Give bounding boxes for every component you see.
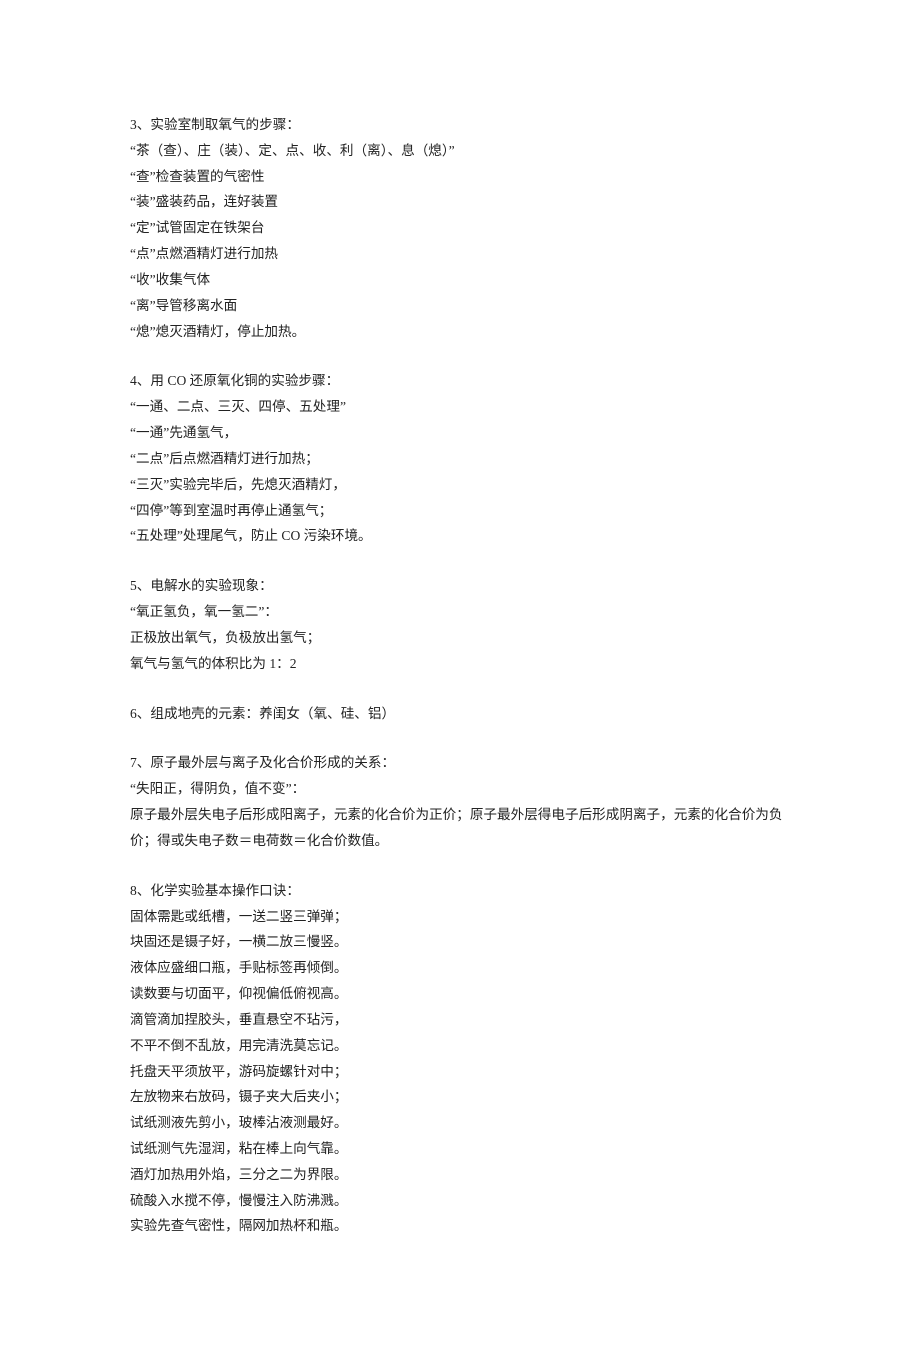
text-line: 实验先查气密性，隔网加热杯和瓶。 [130, 1213, 790, 1239]
text-line: “一通”先通氢气， [130, 420, 790, 446]
text-line: 滴管滴加捏胶头，垂直悬空不玷污， [130, 1007, 790, 1033]
text-line: “茶（查）、庄（装）、定、点、收、利（离）、息（熄）” [130, 138, 790, 164]
text-line: 试纸测气先湿润，粘在棒上向气靠。 [130, 1136, 790, 1162]
text-line: “五处理”处理尾气，防止 CO 污染环境。 [130, 523, 790, 549]
text-line: 正极放出氧气，负极放出氢气； [130, 625, 790, 651]
text-line: 8、化学实验基本操作口诀： [130, 878, 790, 904]
document-page: 3、实验室制取氧气的步骤： “茶（查）、庄（装）、定、点、收、利（离）、息（熄）… [0, 0, 920, 1363]
text-line: “点”点燃酒精灯进行加热 [130, 241, 790, 267]
text-line: 原子最外层失电子后形成阳离子，元素的化合价为正价；原子最外层得电子后形成阴离子，… [130, 802, 790, 854]
text-line: 左放物来右放码，镊子夹大后夹小； [130, 1084, 790, 1110]
text-line: 7、原子最外层与离子及化合价形成的关系： [130, 750, 790, 776]
text-line: “四停”等到室温时再停止通氢气； [130, 498, 790, 524]
text-line: “失阳正，得阴负，值不变”： [130, 776, 790, 802]
text-line: “收”收集气体 [130, 267, 790, 293]
text-line: 块固还是镊子好，一横二放三慢竖。 [130, 929, 790, 955]
text-line: 5、电解水的实验现象： [130, 573, 790, 599]
text-line: 6、组成地壳的元素：养闺女（氧、硅、铝） [130, 701, 790, 727]
text-line: 不平不倒不乱放，用完清洗莫忘记。 [130, 1033, 790, 1059]
text-line: “查”检查装置的气密性 [130, 164, 790, 190]
text-line: 读数要与切面平，仰视偏低俯视高。 [130, 981, 790, 1007]
text-line: 固体需匙或纸槽，一送二竖三弹弹； [130, 904, 790, 930]
section-6: 6、组成地壳的元素：养闺女（氧、硅、铝） [130, 701, 790, 727]
text-line: 酒灯加热用外焰，三分之二为界限。 [130, 1162, 790, 1188]
text-line: 氧气与氢气的体积比为 1：2 [130, 651, 790, 677]
section-7: 7、原子最外层与离子及化合价形成的关系： “失阳正，得阴负，值不变”： 原子最外… [130, 750, 790, 853]
text-line: “离”导管移离水面 [130, 293, 790, 319]
section-5: 5、电解水的实验现象： “氧正氢负，氧一氢二”： 正极放出氧气，负极放出氢气； … [130, 573, 790, 676]
text-line: “氧正氢负，氧一氢二”： [130, 599, 790, 625]
text-line: 4、用 CO 还原氧化铜的实验步骤： [130, 368, 790, 394]
section-4: 4、用 CO 还原氧化铜的实验步骤： “一通、二点、三灭、四停、五处理” “一通… [130, 368, 790, 549]
text-line: “二点”后点燃酒精灯进行加热； [130, 446, 790, 472]
section-3: 3、实验室制取氧气的步骤： “茶（查）、庄（装）、定、点、收、利（离）、息（熄）… [130, 112, 790, 344]
text-line: 3、实验室制取氧气的步骤： [130, 112, 790, 138]
text-line: “装”盛装药品，连好装置 [130, 189, 790, 215]
text-line: “一通、二点、三灭、四停、五处理” [130, 394, 790, 420]
text-line: “定”试管固定在铁架台 [130, 215, 790, 241]
text-line: 硫酸入水搅不停，慢慢注入防沸溅。 [130, 1188, 790, 1214]
text-line: “熄”熄灭酒精灯，停止加热。 [130, 319, 790, 345]
text-line: 液体应盛细口瓶，手贴标签再倾倒。 [130, 955, 790, 981]
text-line: “三灭”实验完毕后，先熄灭酒精灯， [130, 472, 790, 498]
section-8: 8、化学实验基本操作口诀： 固体需匙或纸槽，一送二竖三弹弹； 块固还是镊子好，一… [130, 878, 790, 1240]
text-line: 托盘天平须放平，游码旋螺针对中； [130, 1059, 790, 1085]
text-line: 试纸测液先剪小，玻棒沾液测最好。 [130, 1110, 790, 1136]
